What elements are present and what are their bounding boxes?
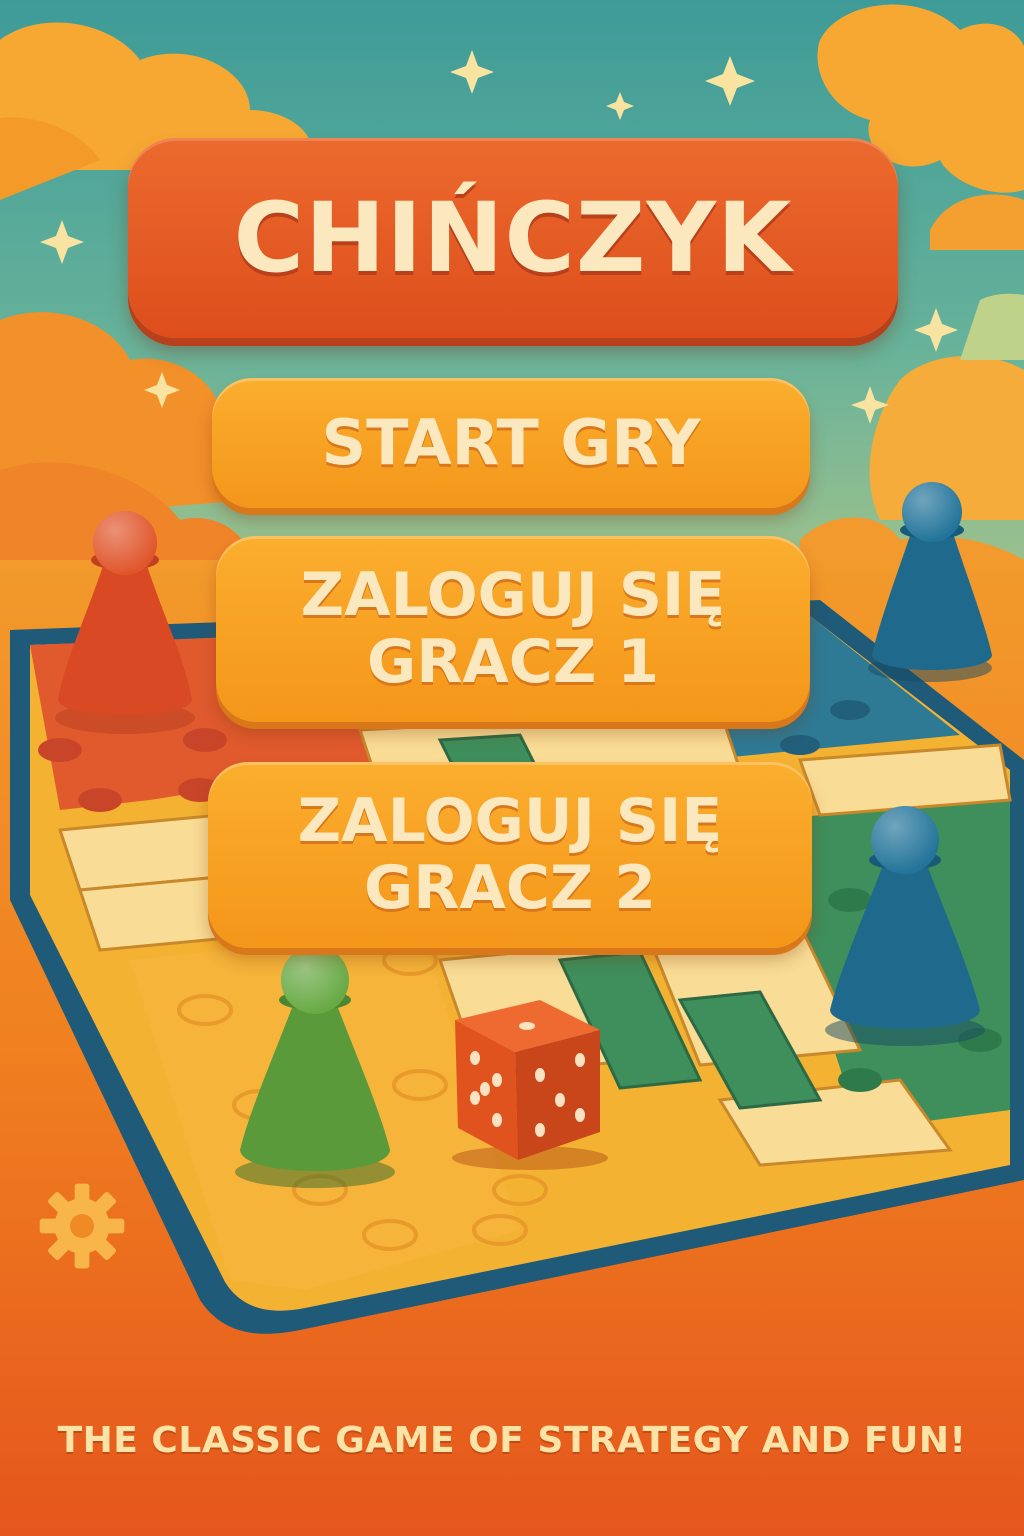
login-player-2-label: ZALOGUJ SIĘ GRACZ 2	[297, 785, 723, 923]
login-player-2-button[interactable]: ZALOGUJ SIĘ GRACZ 2	[208, 762, 812, 948]
title-banner: CHIŃCZYK	[128, 138, 898, 338]
start-game-label: START GRY	[321, 406, 701, 480]
login-player-1-button[interactable]: ZALOGUJ SIĘ GRACZ 1	[216, 536, 810, 722]
game-main-menu: CHIŃCZYK START GRY ZALOGUJ SIĘ GRACZ 1 Z…	[0, 0, 1024, 1536]
login-player-1-label: ZALOGUJ SIĘ GRACZ 1	[300, 559, 726, 697]
gear-icon[interactable]	[36, 1180, 128, 1272]
tagline: THE CLASSIC GAME OF STRATEGY AND FUN!	[57, 1420, 967, 1461]
start-game-button[interactable]: START GRY	[212, 378, 810, 508]
game-title: CHIŃCZYK	[233, 182, 793, 294]
